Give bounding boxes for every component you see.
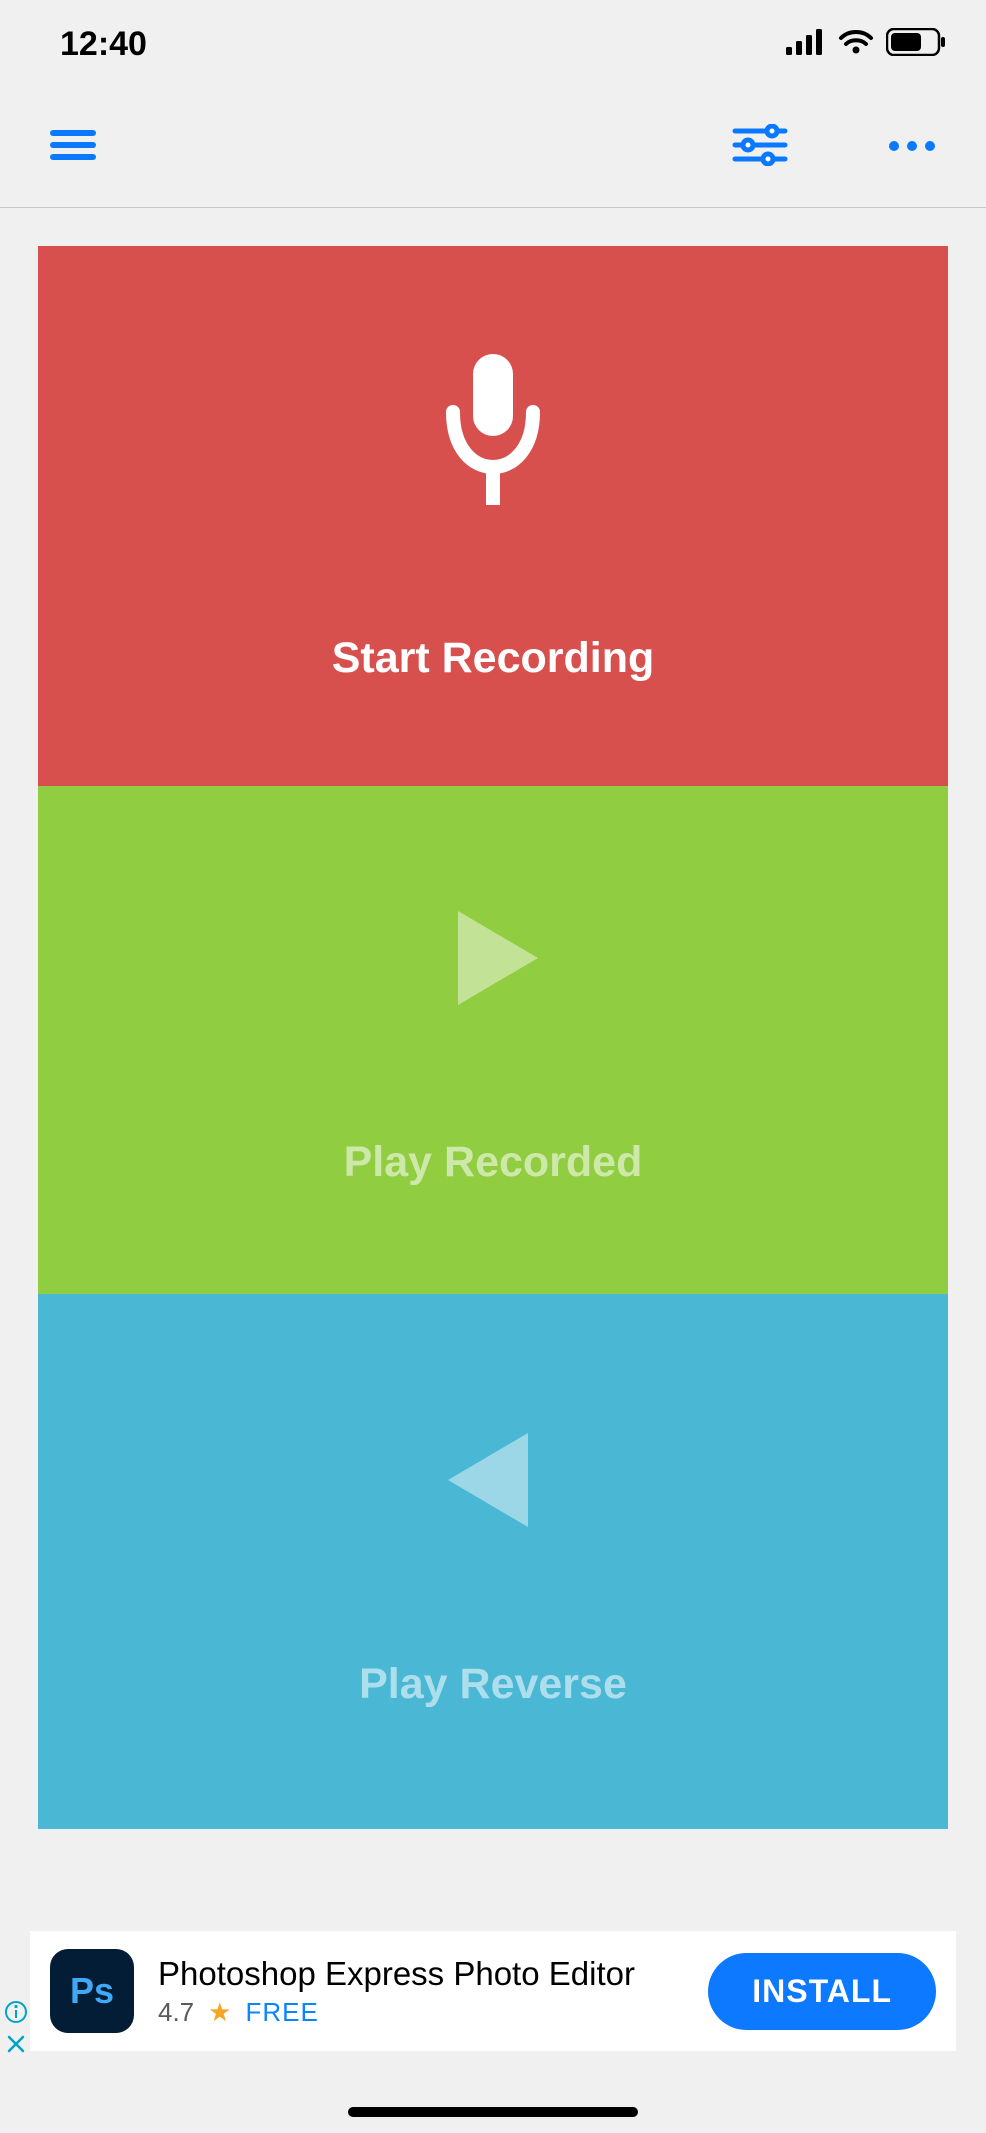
battery-icon (886, 28, 946, 61)
ad-price: FREE (245, 1997, 318, 2028)
status-time: 12:40 (60, 25, 147, 64)
home-indicator[interactable] (348, 2107, 638, 2117)
play-recorded-label: Play Recorded (344, 1138, 643, 1187)
ad-close-icon[interactable] (4, 2032, 28, 2061)
main-panels: Start Recording Play Recorded Play Rever… (0, 208, 986, 1829)
play-icon (428, 893, 558, 1028)
ad-install-button[interactable]: INSTALL (708, 1953, 936, 2030)
start-recording-label: Start Recording (332, 634, 655, 683)
play-recorded-button[interactable]: Play Recorded (38, 786, 948, 1294)
settings-sliders-icon[interactable] (732, 124, 788, 171)
ad-title: Photoshop Express Photo Editor (158, 1955, 708, 1993)
more-icon[interactable] (888, 139, 936, 157)
ad-rating: 4.7 (158, 1997, 194, 2028)
cellular-icon (786, 29, 826, 60)
ad-app-badge: Ps (70, 1970, 114, 2012)
play-reverse-icon (428, 1415, 558, 1550)
start-recording-button[interactable]: Start Recording (38, 246, 948, 786)
wifi-icon (838, 29, 874, 60)
toolbar (0, 88, 986, 208)
play-reverse-button[interactable]: Play Reverse (38, 1294, 948, 1829)
ad-app-icon: Ps (50, 1949, 134, 2033)
play-reverse-label: Play Reverse (359, 1660, 627, 1709)
ad-banner[interactable]: Ps Photoshop Express Photo Editor 4.7 ★ … (30, 1931, 956, 2051)
ad-info-icon[interactable] (4, 2000, 28, 2029)
menu-icon[interactable] (50, 129, 96, 166)
star-icon: ★ (208, 1997, 231, 2028)
microphone-icon (428, 349, 558, 524)
ad-text-block: Photoshop Express Photo Editor 4.7 ★ FRE… (158, 1955, 708, 2028)
status-icons (786, 28, 946, 61)
ad-area: Ps Photoshop Express Photo Editor 4.7 ★ … (0, 1925, 986, 2065)
status-bar: 12:40 (0, 0, 986, 88)
